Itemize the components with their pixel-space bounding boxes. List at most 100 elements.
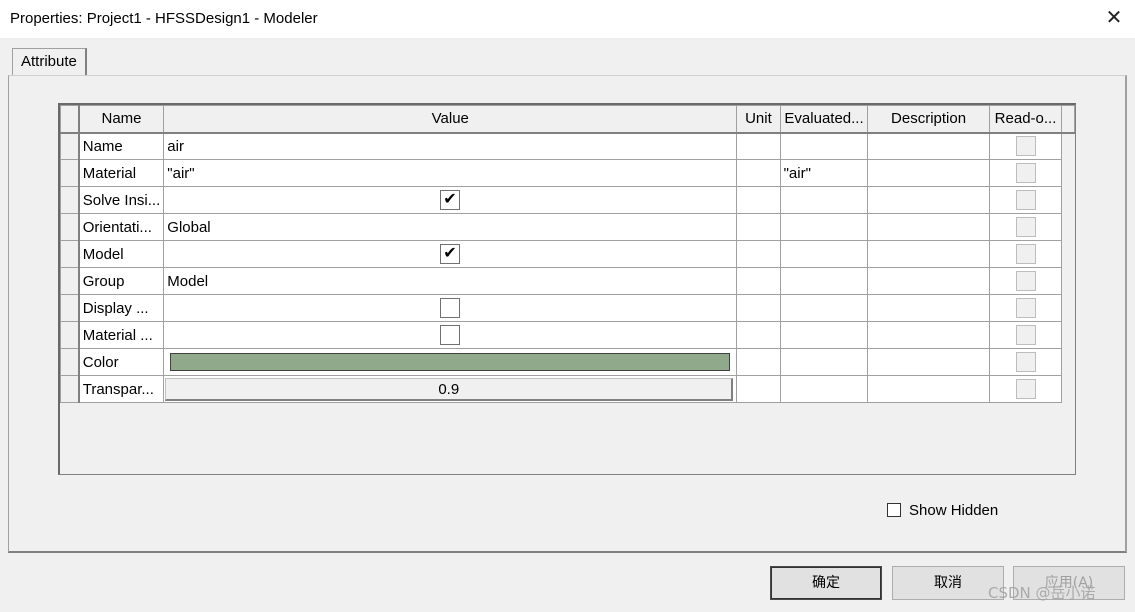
watermark: CSDN @岳小诺 [988, 584, 1096, 602]
evaluated-cell [779, 267, 869, 295]
tab-attribute[interactable]: Attribute [12, 48, 87, 76]
column-header-unit[interactable]: Unit [736, 105, 781, 134]
property-table: Name Value Unit Evaluated... Description… [59, 105, 1075, 403]
property-grid: Name Value Unit Evaluated... Description… [58, 103, 1076, 475]
color-swatch[interactable] [170, 353, 731, 371]
readonly-cell [988, 321, 1063, 349]
row-header[interactable] [59, 321, 80, 349]
row-name: Transpar... [78, 375, 165, 403]
close-icon[interactable]: ✕ [1101, 4, 1127, 32]
row-header[interactable] [59, 267, 80, 295]
row-header[interactable] [59, 348, 80, 376]
readonly-cell [988, 132, 1063, 160]
tab-bar: Attribute [0, 38, 1135, 76]
unit-cell [736, 267, 781, 295]
description-cell[interactable] [867, 186, 990, 214]
description-cell[interactable] [867, 375, 990, 403]
evaluated-cell [779, 186, 869, 214]
row-name: Material [78, 159, 165, 187]
readonly-checkbox [1015, 244, 1036, 264]
description-cell[interactable] [867, 213, 990, 241]
table-row[interactable]: Color [59, 348, 1075, 376]
unit-cell [736, 159, 781, 187]
row-header[interactable] [59, 132, 80, 160]
material-appearance-checkbox[interactable] [440, 325, 461, 345]
readonly-cell [988, 240, 1063, 268]
model-checkbox[interactable] [440, 243, 461, 264]
value-transparency-cell: 0.9 [163, 375, 738, 403]
value-material-field[interactable]: "air" [163, 159, 738, 187]
table-row[interactable]: Name air [59, 132, 1075, 160]
evaluated-cell [779, 132, 869, 160]
row-name: Group [78, 267, 165, 295]
table-row[interactable]: Model [59, 240, 1075, 268]
evaluated-cell [779, 213, 869, 241]
row-name: Material ... [78, 321, 165, 349]
show-hidden-option[interactable]: Show Hidden [887, 500, 998, 520]
description-cell[interactable] [867, 159, 990, 187]
row-name: Orientati... [78, 213, 165, 241]
row-header[interactable] [59, 294, 80, 322]
table-row[interactable]: Material "air" "air" [59, 159, 1075, 187]
table-row[interactable]: Group Model [59, 267, 1075, 295]
value-model-cell [163, 240, 738, 268]
column-header-readonly[interactable]: Read-o... [988, 105, 1063, 134]
readonly-cell [988, 375, 1063, 403]
value-orientation-field[interactable]: Global [163, 213, 738, 241]
evaluated-cell [779, 294, 869, 322]
table-row[interactable]: Solve Insi... [59, 186, 1075, 214]
table-row[interactable]: Transpar... 0.9 [59, 375, 1075, 403]
row-name: Color [78, 348, 165, 376]
value-name-field[interactable]: air [163, 132, 738, 160]
column-header-evaluated[interactable]: Evaluated... [779, 105, 869, 134]
description-cell[interactable] [867, 321, 990, 349]
evaluated-cell [779, 321, 869, 349]
readonly-cell [988, 213, 1063, 241]
readonly-cell [988, 348, 1063, 376]
display-wireframe-checkbox[interactable] [440, 298, 461, 318]
readonly-checkbox [1015, 136, 1036, 157]
title-bar: Properties: Project1 - HFSSDesign1 - Mod… [0, 0, 1135, 38]
corner-header [59, 105, 80, 134]
table-row[interactable]: Orientati... Global [59, 213, 1075, 241]
row-header[interactable] [59, 186, 80, 214]
unit-cell [736, 321, 781, 349]
description-cell[interactable] [867, 132, 990, 160]
description-cell[interactable] [867, 267, 990, 295]
ok-button[interactable]: 确定 [770, 566, 882, 600]
window-title: Properties: Project1 - HFSSDesign1 - Mod… [10, 10, 318, 27]
unit-cell [736, 240, 781, 268]
transparency-button[interactable]: 0.9 [165, 377, 734, 401]
table-row[interactable]: Material ... [59, 321, 1075, 349]
solve-inside-checkbox[interactable] [440, 189, 461, 210]
row-header[interactable] [59, 213, 80, 241]
value-material-appearance-cell [163, 321, 738, 349]
readonly-checkbox [1015, 217, 1036, 237]
row-header[interactable] [59, 375, 80, 403]
readonly-checkbox [1015, 271, 1036, 291]
evaluated-cell: "air" [779, 159, 869, 187]
readonly-checkbox [1015, 352, 1036, 372]
show-hidden-label: Show Hidden [909, 501, 999, 519]
readonly-cell [988, 159, 1063, 187]
unit-cell [736, 294, 781, 322]
unit-cell [736, 186, 781, 214]
readonly-checkbox [1015, 379, 1036, 399]
evaluated-cell [779, 375, 869, 403]
row-header[interactable] [59, 240, 80, 268]
value-color-cell [163, 348, 738, 376]
show-hidden-checkbox[interactable] [887, 503, 901, 517]
description-cell[interactable] [867, 294, 990, 322]
row-header[interactable] [59, 159, 80, 187]
column-header-description[interactable]: Description [867, 105, 990, 134]
readonly-cell [988, 186, 1063, 214]
column-header-value[interactable]: Value [163, 105, 738, 134]
description-cell[interactable] [867, 240, 990, 268]
description-cell[interactable] [867, 348, 990, 376]
value-group-field[interactable]: Model [163, 267, 738, 295]
unit-cell [736, 375, 781, 403]
column-header-name[interactable]: Name [78, 105, 165, 134]
table-row[interactable]: Display ... [59, 294, 1075, 322]
unit-cell [736, 132, 781, 160]
evaluated-cell [779, 240, 869, 268]
